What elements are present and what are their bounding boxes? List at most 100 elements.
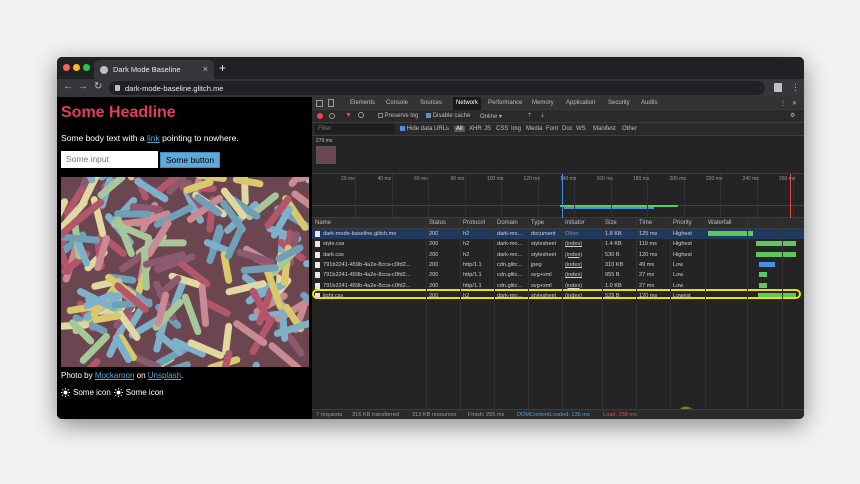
some-button[interactable]: Some button — [160, 152, 220, 168]
disable-cache-checkbox[interactable]: Disable cache — [426, 113, 470, 119]
device-toolbar-icon[interactable] — [328, 99, 334, 107]
body-link[interactable]: link — [147, 133, 160, 143]
cell-initiator[interactable]: (index) — [565, 252, 582, 258]
cell-protocol: http/1.1 — [463, 261, 482, 268]
browser-tab[interactable]: Dark Mode Baseline × — [94, 60, 214, 79]
column-separator — [705, 218, 706, 409]
devtools-tab-security[interactable]: Security — [608, 100, 630, 106]
search-icon[interactable] — [358, 112, 364, 118]
type-filter-ws[interactable]: WS — [576, 126, 586, 132]
close-window-button[interactable] — [63, 64, 70, 71]
filter-bar: Filter Hide data URLs All XHR JS CSS Img Medi… — [312, 123, 804, 136]
devtools-tab-sources[interactable]: Sources — [420, 100, 442, 106]
type-filter-all[interactable]: All — [454, 126, 465, 132]
type-filter-css[interactable]: CSS — [496, 126, 508, 132]
devtools-tab-memory[interactable]: Memory — [532, 100, 554, 106]
type-filter-font[interactable]: Font — [546, 126, 558, 132]
column-header-name[interactable]: Name — [315, 220, 331, 226]
back-button[interactable]: ← — [63, 81, 73, 92]
devtools-tab-audits[interactable]: Audits — [641, 100, 658, 106]
devtools-tab-performance[interactable]: Performance — [488, 100, 522, 106]
column-header-size[interactable]: Size — [605, 220, 617, 226]
hide-data-urls-checkbox[interactable]: Hide data URLs — [400, 126, 449, 132]
icon-row: Some icon Some icon — [61, 388, 164, 397]
body-paragraph: Some body text with a link pointing to n… — [61, 133, 239, 143]
maximize-window-button[interactable] — [83, 64, 90, 71]
tick-label: 80 ms — [450, 176, 465, 182]
preserve-log-checkbox[interactable]: Preserve log — [378, 113, 418, 119]
profile-icon[interactable] — [774, 83, 782, 92]
request-row[interactable]: 791b2241-459b-4a2e-8cca-c0fd2... 200 http/… — [312, 260, 804, 270]
new-tab-button[interactable]: + — [219, 61, 226, 75]
clear-icon[interactable] — [329, 113, 335, 119]
close-tab-icon[interactable]: × — [203, 64, 208, 74]
column-separator — [494, 218, 495, 409]
resources-size: 313 KB resources — [412, 412, 457, 418]
column-header-priority[interactable]: Priority — [673, 220, 692, 226]
forward-button[interactable]: → — [78, 81, 88, 92]
inspect-icon[interactable] — [316, 100, 323, 107]
throttle-select[interactable]: Online ▾ — [480, 113, 502, 120]
request-row[interactable]: dark.css 200 h2 dark-mo... stylesheet (index)… — [312, 250, 804, 260]
devtools-tab-application[interactable]: Application — [566, 100, 595, 106]
filter-input[interactable]: Filter — [315, 124, 395, 134]
filter-icon[interactable]: ▼ — [345, 112, 352, 119]
type-filter-img[interactable]: Img — [511, 126, 521, 132]
cell-initiator[interactable]: (index) — [565, 272, 582, 278]
cell-initiator[interactable]: (index) — [565, 241, 582, 247]
devtools-menu-icon[interactable]: ⋮ — [780, 100, 786, 107]
request-row[interactable]: style.css 200 h2 dark-mo... stylesheet (index… — [312, 239, 804, 249]
some-input[interactable]: Some input — [61, 151, 158, 168]
minimize-window-button[interactable] — [73, 64, 80, 71]
type-filter-manifest[interactable]: Manifest — [593, 126, 616, 132]
import-har-icon[interactable]: ⇡ — [527, 112, 532, 119]
column-header-domain[interactable]: Domain — [497, 220, 518, 226]
tick-label: 100 ms — [487, 176, 504, 182]
type-filter-js[interactable]: JS — [484, 126, 491, 132]
screenshot-thumbnail[interactable] — [316, 146, 336, 164]
cell-initiator[interactable]: (index) — [565, 262, 582, 268]
close-devtools-icon[interactable]: ✕ — [792, 100, 797, 107]
cell-status: 200 — [429, 282, 439, 289]
column-header-waterfall[interactable]: Waterfall — [708, 220, 731, 226]
file-icon — [315, 231, 320, 237]
request-row[interactable]: dark-mode-baseline.glitch.me 200 h2 dark-mo… — [312, 229, 804, 239]
column-header-protocol[interactable]: Protocol — [463, 220, 485, 226]
cell-initiator[interactable]: Other — [565, 231, 579, 237]
file-icon — [315, 282, 320, 289]
type-filter-other[interactable]: Other — [622, 126, 637, 132]
record-icon[interactable] — [317, 113, 323, 119]
request-row[interactable]: 791b2241-459b-4a2e-8cca-c0fd2... 200 http/… — [312, 270, 804, 280]
column-header-initiator[interactable]: Initiator — [565, 220, 585, 226]
type-filter-media[interactable]: Media — [526, 126, 542, 132]
type-filter-xhr[interactable]: XHR — [469, 126, 482, 132]
waterfall-bar — [755, 241, 797, 247]
column-header-type[interactable]: Type — [531, 220, 544, 226]
cell-time: 119 ms — [639, 241, 657, 248]
type-filter-doc[interactable]: Doc — [562, 126, 573, 132]
screenshot-strip: 279 ms — [312, 136, 804, 174]
column-header-time[interactable]: Time — [639, 220, 652, 226]
credit-suffix: . — [181, 371, 184, 380]
devtools-tab-elements[interactable]: Elements — [350, 100, 375, 106]
transferred-size: 316 KB transferred — [352, 412, 399, 418]
tab-strip: Dark Mode Baseline × + — [57, 57, 804, 79]
file-icon — [315, 261, 320, 268]
devtools-tab-console[interactable]: Console — [386, 100, 408, 106]
cell-name: 791b2241-459b-4a2e-8cca-c0fd2... — [323, 282, 411, 289]
credit-author-link[interactable]: Mockaroon — [95, 371, 135, 380]
credit-site-link[interactable]: Unsplash — [148, 371, 181, 380]
address-bar[interactable]: dark-mode-baseline.glitch.me — [109, 81, 765, 95]
column-header-status[interactable]: Status — [429, 220, 446, 226]
tick-label: 220 ms — [706, 176, 723, 182]
cell-initiator[interactable]: (index) — [565, 283, 582, 289]
export-har-icon[interactable]: ⇣ — [540, 112, 545, 119]
dom-content-loaded: DOMContentLoaded: 136 ms — [517, 412, 590, 418]
settings-gear-icon[interactable]: ⚙ — [790, 112, 795, 119]
devtools-tab-network[interactable]: Network — [453, 97, 482, 110]
menu-button[interactable]: ⋮ — [791, 82, 800, 93]
globe-icon — [100, 65, 108, 74]
tick-label: 20 ms — [341, 176, 355, 182]
reload-button[interactable]: ↻ — [94, 81, 102, 92]
lock-icon — [115, 85, 120, 91]
